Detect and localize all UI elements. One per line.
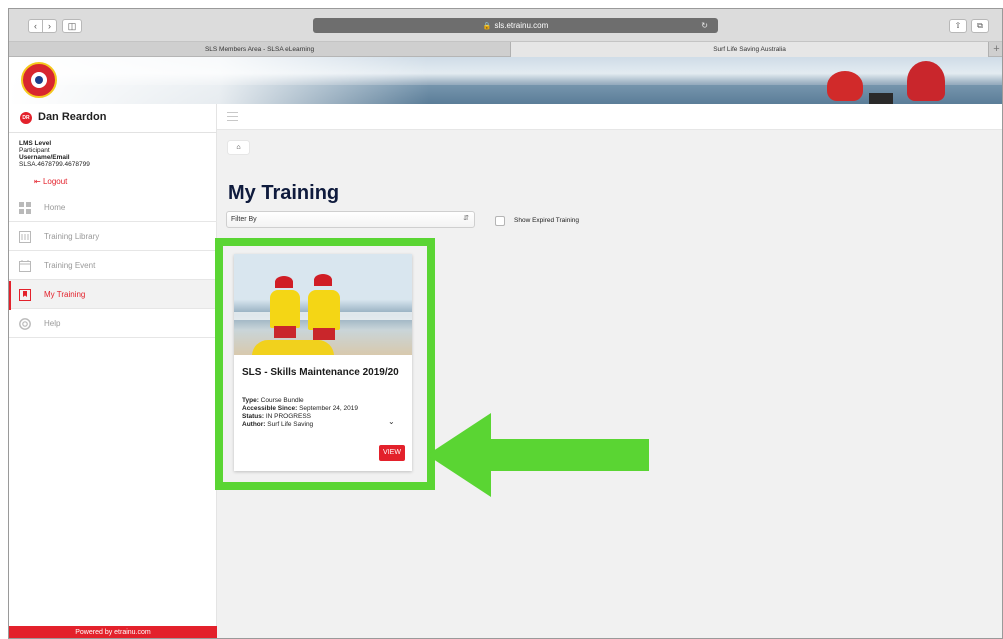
dashboard-icon: [19, 202, 31, 214]
sidebar-item-label: Home: [44, 203, 66, 212]
author-label: Author:: [242, 421, 266, 428]
banner-fade: [9, 57, 429, 104]
type-label: Type:: [242, 397, 259, 404]
logo-dot: [35, 76, 43, 84]
hamburger-menu-icon[interactable]: [227, 112, 238, 121]
share-icon: ⇧: [954, 21, 962, 30]
user-header: DR Dan Reardon: [9, 104, 217, 133]
image-lifesaver: [308, 290, 340, 330]
accessible-since-label: Accessible Since:: [242, 405, 298, 412]
back-button[interactable]: ‹: [28, 19, 43, 33]
banner-lifesaver-cap: [827, 71, 863, 101]
sidebar-item-label: My Training: [44, 290, 86, 299]
lms-level-value: Participant: [19, 147, 50, 154]
card-meta: Type: Course Bundle Accessible Since: Se…: [242, 397, 358, 429]
sidebar-item-home[interactable]: Home: [9, 193, 217, 222]
filter-select[interactable]: Filter By ⇵: [226, 211, 475, 228]
image-lifesaver: [270, 290, 300, 328]
image-surfboard: [252, 340, 334, 355]
show-expired-checkbox[interactable]: [495, 216, 505, 226]
show-tabs-button[interactable]: ⧉: [971, 19, 989, 33]
browser-toolbar: ‹ › ◫ 🔒 sls.etrainu.com ↻ ⇧ ⧉: [9, 9, 1002, 42]
chevron-right-icon: ›: [48, 21, 51, 31]
type-value: Course Bundle: [260, 397, 304, 404]
lms-level-label: LMS Level: [19, 140, 52, 147]
browser-window: ‹ › ◫ 🔒 sls.etrainu.com ↻ ⇧ ⧉ SLS Members…: [8, 8, 1003, 639]
logout-icon: ⇤: [34, 177, 41, 186]
tab-surf-life-saving-australia[interactable]: Surf Life Saving Australia: [511, 42, 989, 57]
site-banner: [9, 57, 1002, 104]
bookmark-icon: [19, 289, 31, 301]
page-title: My Training: [228, 182, 340, 204]
home-icon: ⌂: [236, 144, 241, 151]
logout-label: Logout: [42, 177, 68, 186]
sidebar-item-label: Help: [44, 319, 61, 328]
breadcrumb-home[interactable]: ⌂: [228, 141, 249, 154]
status-value: IN PROGRESS: [265, 413, 311, 420]
sidebar-item-label: Training Library: [44, 232, 100, 241]
accessible-since-value: September 24, 2019: [299, 405, 358, 412]
sidebar-menu: Home Training Library Training Event My …: [9, 193, 217, 338]
reload-icon[interactable]: ↻: [701, 18, 708, 33]
author-value: Surf Life Saving: [267, 421, 314, 428]
user-name: Dan Reardon: [38, 111, 107, 123]
main-content: ⌂ My Training Filter By ⇵ Show Expired T…: [215, 104, 1002, 638]
show-expired-label[interactable]: Show Expired Training: [514, 217, 579, 224]
tab-bar: SLS Members Area - SLSA eLearning Surf L…: [9, 42, 1002, 57]
sidebar-icon: ◫: [67, 21, 77, 31]
logout-link[interactable]: ⇤ Logout: [34, 177, 67, 186]
chevron-left-icon: ‹: [34, 21, 37, 31]
image-lifesaver-cap: [275, 276, 293, 288]
username-value: SLSA.4678799.4678799: [19, 161, 90, 168]
username-label: Username/Email: [19, 154, 70, 161]
tab-sls-members-area[interactable]: SLS Members Area - SLSA eLearning: [9, 42, 511, 57]
sidebar-item-training-library[interactable]: Training Library: [9, 222, 217, 251]
sidebar-item-help[interactable]: Help: [9, 309, 217, 338]
image-lifesaver-shorts: [274, 326, 296, 338]
calendar-icon: [19, 260, 31, 272]
card-image: [234, 254, 412, 355]
image-lifesaver-cap: [314, 274, 332, 286]
chevron-down-icon[interactable]: ⌄: [388, 417, 395, 426]
banner-laptop: [869, 93, 893, 104]
surf-life-saving-logo[interactable]: [21, 62, 57, 98]
sidebar-item-label: Training Event: [44, 261, 96, 270]
sidebar-toggle-button[interactable]: ◫: [62, 19, 82, 33]
library-icon: [19, 231, 31, 243]
sidebar-item-training-event[interactable]: Training Event: [9, 251, 217, 280]
avatar[interactable]: DR: [20, 112, 32, 124]
lock-icon: 🔒: [482, 23, 492, 30]
powered-by-footer[interactable]: Powered by etrainu.com: [9, 626, 217, 638]
sidebar-item-my-training[interactable]: My Training: [9, 280, 217, 310]
url-text: sls.etrainu.com: [494, 21, 549, 30]
status-label: Status:: [242, 413, 265, 420]
user-meta: LMS Level Participant Username/Email SLS…: [19, 140, 90, 168]
banner-lifesaver-cap: [907, 61, 945, 101]
card-title[interactable]: SLS - Skills Maintenance 2019/20: [242, 368, 402, 378]
highlight-arrow-icon: [427, 413, 649, 497]
sidebar: DR Dan Reardon LMS Level Participant Use…: [9, 104, 217, 638]
training-card[interactable]: SLS - Skills Maintenance 2019/20 Type: C…: [234, 254, 412, 471]
main-top-bar: [217, 104, 1002, 130]
new-tab-button[interactable]: +: [989, 42, 1002, 57]
share-button[interactable]: ⇧: [949, 19, 967, 33]
view-button[interactable]: VIEW: [379, 445, 405, 461]
logo-inner: [31, 72, 47, 88]
address-bar[interactable]: 🔒 sls.etrainu.com ↻: [313, 18, 718, 33]
lifebuoy-icon: [19, 318, 31, 330]
filter-select-value: Filter By: [231, 216, 257, 223]
select-caret-icon: ⇵: [463, 215, 469, 222]
tabs-icon: ⧉: [977, 21, 983, 30]
image-lifesaver-shorts: [313, 328, 335, 340]
forward-button[interactable]: ›: [42, 19, 57, 33]
